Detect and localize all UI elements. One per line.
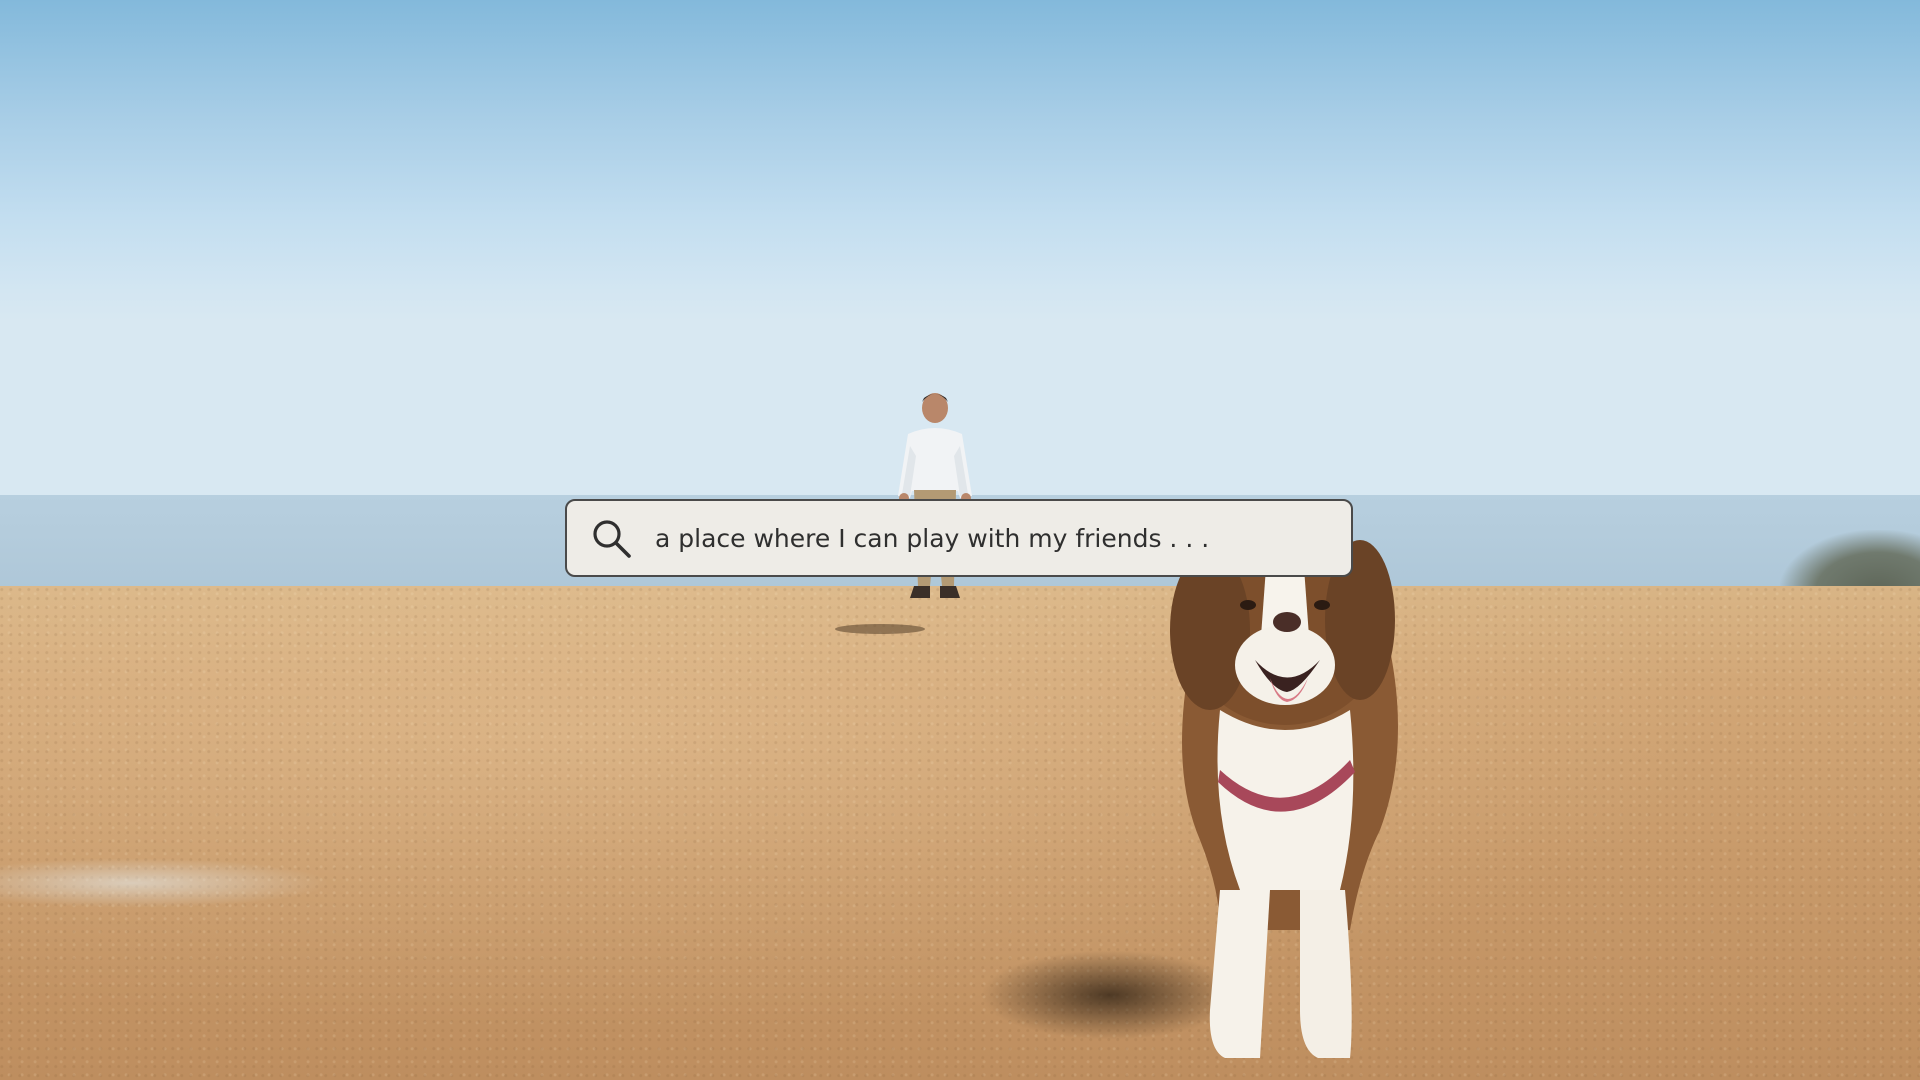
video-frame: a place where I can play with my friends… xyxy=(0,0,1920,1080)
search-bar[interactable]: a place where I can play with my friends… xyxy=(565,499,1353,577)
wet-sand-patch xyxy=(0,858,330,908)
search-icon xyxy=(593,520,631,558)
sand-texture xyxy=(0,586,1920,1080)
dog-running xyxy=(1170,535,1398,1058)
search-query-text: a place where I can play with my friends… xyxy=(655,523,1210,553)
rocky-headland xyxy=(1780,530,1920,592)
